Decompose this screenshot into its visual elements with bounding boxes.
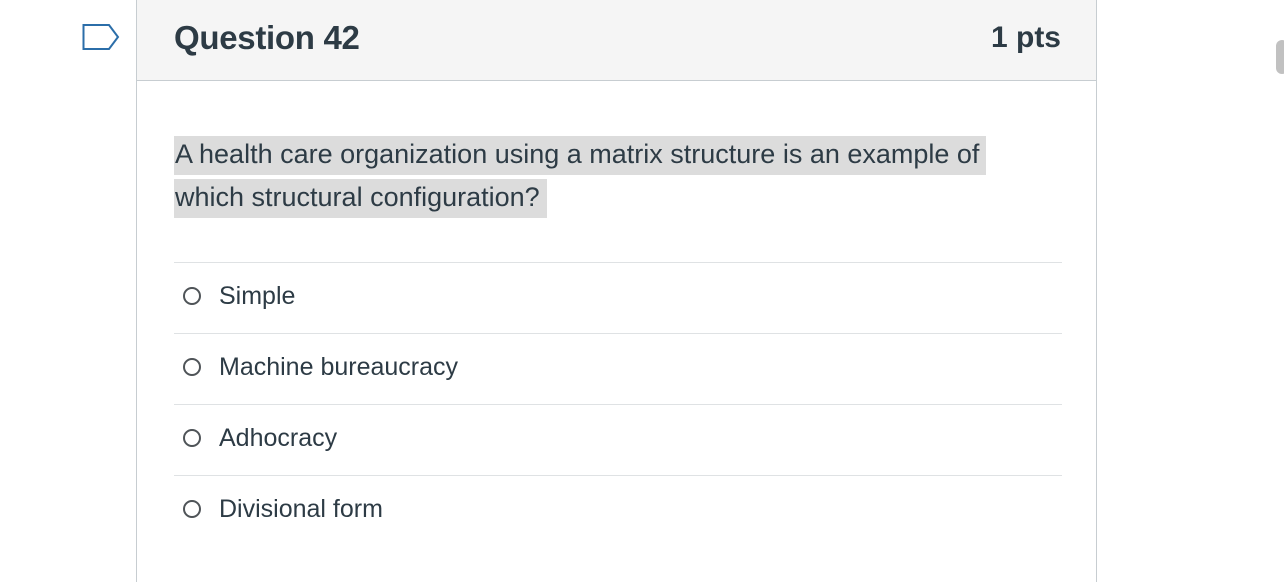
scrollbar-thumb[interactable] xyxy=(1276,40,1284,74)
question-header: Question 42 1 pts xyxy=(137,0,1096,81)
answer-option-simple[interactable]: Simple xyxy=(174,262,1062,333)
flag-question-icon[interactable] xyxy=(82,21,120,53)
answer-label: Divisional form xyxy=(219,495,383,523)
radio-unselected-icon[interactable] xyxy=(183,358,201,376)
answer-list: Simple Machine bureaucracy Adhocracy Div… xyxy=(174,262,1062,546)
answer-option-divisional-form[interactable]: Divisional form xyxy=(174,475,1062,546)
question-points: 1 pts xyxy=(990,21,1061,54)
quiz-page: Question 42 1 pts A health care organiza… xyxy=(0,0,1284,582)
radio-unselected-icon[interactable] xyxy=(183,287,201,305)
answer-option-machine-bureaucracy[interactable]: Machine bureaucracy xyxy=(174,333,1062,404)
answer-label: Adhocracy xyxy=(219,424,338,452)
answer-option-adhocracy[interactable]: Adhocracy xyxy=(174,404,1062,475)
answer-label: Simple xyxy=(219,282,296,310)
radio-unselected-icon[interactable] xyxy=(183,500,201,518)
question-title: Question 42 xyxy=(174,19,360,56)
question-text: A health care organization using a matri… xyxy=(174,136,987,218)
radio-unselected-icon[interactable] xyxy=(183,429,201,447)
question-card: Question 42 1 pts A health care organiza… xyxy=(136,0,1097,582)
question-text-container: A health care organization using a matri… xyxy=(174,133,1034,219)
answer-label: Machine bureaucracy xyxy=(219,353,459,381)
